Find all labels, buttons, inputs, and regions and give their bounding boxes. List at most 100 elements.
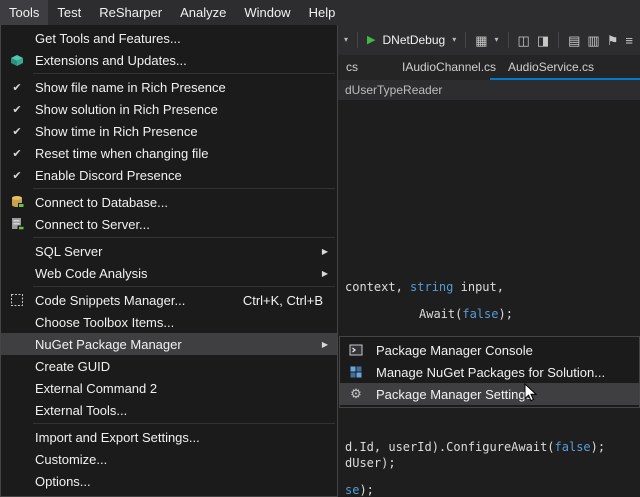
check-icon: ✔: [6, 142, 28, 164]
database-icon: [6, 191, 28, 213]
menu-item-nuget-package-manager[interactable]: NuGet Package Manager ▶: [1, 333, 337, 355]
code-text: dUser);: [345, 456, 396, 470]
menu-item-connect-to-database[interactable]: Connect to Database...: [1, 191, 337, 213]
menu-item-label: Enable Discord Presence: [35, 168, 182, 183]
code-keyword: string: [410, 280, 453, 294]
menu-item-label: Get Tools and Features...: [35, 31, 181, 46]
menu-item-choose-toolbox-items[interactable]: Choose Toolbox Items...: [1, 311, 337, 333]
code-keyword: se: [345, 483, 359, 497]
tab-partial[interactable]: cs: [336, 55, 368, 80]
menu-item-label: Connect to Server...: [35, 217, 150, 232]
code-text: d.Id, userId).ConfigureAwait(: [345, 440, 555, 454]
menu-item-label: Connect to Database...: [35, 195, 168, 210]
menu-item-options[interactable]: Options...: [1, 470, 337, 492]
menu-item-shortcut: Ctrl+K, Ctrl+B: [223, 293, 323, 308]
attach-to-process-icon[interactable]: ▦: [475, 34, 487, 47]
menu-separator: [33, 423, 335, 424]
code-fragment: context, string input,: [345, 280, 504, 294]
tab-iaudiochannel[interactable]: IAudioChannel.cs: [392, 55, 506, 80]
menu-item-external-command-2[interactable]: External Command 2: [1, 377, 337, 399]
nuget-submenu: Package Manager Console Manage NuGet Pac…: [339, 336, 640, 408]
menubar-item-test[interactable]: Test: [48, 0, 90, 25]
code-fragment: dUser);: [345, 456, 396, 470]
menu-item-enable-discord-presence[interactable]: ✔ Enable Discord Presence: [1, 164, 337, 186]
menu-item-create-guid[interactable]: Create GUID: [1, 355, 337, 377]
menu-item-label: Web Code Analysis: [35, 266, 148, 281]
menu-item-import-export-settings[interactable]: Import and Export Settings...: [1, 426, 337, 448]
menu-item-show-time-rich-presence[interactable]: ✔ Show time in Rich Presence: [1, 120, 337, 142]
menu-item-label: External Command 2: [35, 381, 157, 396]
toolbar-overflow-chevron-icon[interactable]: ▾: [344, 36, 348, 44]
menu-item-sql-server[interactable]: SQL Server ▶: [1, 240, 337, 262]
menu-item-label: Options...: [35, 474, 91, 489]
submenu-arrow-icon: ▶: [322, 340, 328, 349]
bookmark-icon[interactable]: ⚑: [607, 34, 619, 47]
menu-item-label: Choose Toolbox Items...: [35, 315, 174, 330]
menu-item-extensions-and-updates[interactable]: Extensions and Updates...: [1, 49, 337, 71]
check-icon: ✔: [6, 98, 28, 120]
code-fragment: d.Id, userId).ConfigureAwait(false);: [345, 440, 605, 454]
menu-separator: [33, 188, 335, 189]
code-text: );: [498, 307, 512, 321]
attach-chevron-icon[interactable]: ▾: [495, 36, 499, 44]
menubar: Tools Test ReSharper Analyze Window Help: [0, 0, 640, 25]
uncomment-icon[interactable]: ▥: [587, 34, 599, 47]
menu-item-label: Customize...: [35, 452, 107, 467]
code-snippets-icon: [6, 289, 28, 311]
code-text: Await(: [419, 307, 462, 321]
menu-item-label: Create GUID: [35, 359, 110, 374]
code-text: );: [591, 440, 605, 454]
split-window-icon[interactable]: ◨: [537, 34, 549, 47]
menu-item-external-tools[interactable]: External Tools...: [1, 399, 337, 421]
code-text: input,: [453, 280, 504, 294]
submenu-item-label: Package Manager Console: [376, 343, 533, 358]
check-icon: ✔: [6, 76, 28, 98]
menubar-item-resharper[interactable]: ReSharper: [90, 0, 171, 25]
server-icon: [6, 213, 28, 235]
menu-item-label: External Tools...: [35, 403, 127, 418]
debug-target-chevron-icon[interactable]: ▾: [452, 36, 456, 44]
menu-item-label: Extensions and Updates...: [35, 53, 187, 68]
start-debug-play-icon[interactable]: ▶: [367, 35, 375, 46]
menu-item-label: Reset time when changing file: [35, 146, 208, 161]
toolbar-separator: [558, 32, 559, 48]
task-list-icon[interactable]: ≡: [625, 34, 633, 47]
menu-item-connect-to-server[interactable]: Connect to Server...: [1, 213, 337, 235]
submenu-item-package-manager-console[interactable]: Package Manager Console: [340, 339, 639, 361]
menu-item-customize[interactable]: Customize...: [1, 448, 337, 470]
extensions-icon: [6, 49, 28, 71]
submenu-item-label: Manage NuGet Packages for Solution...: [376, 365, 605, 380]
menubar-item-analyze[interactable]: Analyze: [171, 0, 235, 25]
tab-audioservice[interactable]: AudioService.cs: [498, 55, 604, 80]
menu-item-get-tools-and-features[interactable]: Get Tools and Features...: [1, 27, 337, 49]
menu-item-reset-time-changing-file[interactable]: ✔ Reset time when changing file: [1, 142, 337, 164]
toolbar-separator: [465, 32, 466, 48]
menu-item-label: Show solution in Rich Presence: [35, 102, 218, 117]
navbar-type-name: dUserTypeReader: [345, 83, 442, 97]
submenu-arrow-icon: ▶: [322, 247, 328, 256]
submenu-arrow-icon: ▶: [322, 269, 328, 278]
submenu-item-package-manager-settings[interactable]: ⚙ Package Manager Settings: [340, 383, 639, 405]
menubar-item-tools[interactable]: Tools: [0, 0, 48, 25]
submenu-item-manage-nuget-packages-solution[interactable]: Manage NuGet Packages for Solution...: [340, 361, 639, 383]
check-icon: ✔: [6, 164, 28, 186]
menu-item-show-file-name-rich-presence[interactable]: ✔ Show file name in Rich Presence: [1, 76, 337, 98]
menu-item-label: SQL Server: [35, 244, 102, 259]
tools-menu: Get Tools and Features... Extensions and…: [0, 25, 338, 497]
new-window-icon[interactable]: ◫: [518, 34, 530, 47]
menu-item-label: NuGet Package Manager: [35, 337, 182, 352]
menu-item-code-snippets-manager[interactable]: Code Snippets Manager... Ctrl+K, Ctrl+B: [1, 289, 337, 311]
debug-target-label[interactable]: DNetDebug: [382, 33, 445, 47]
submenu-item-label: Package Manager Settings: [376, 387, 532, 402]
menubar-item-help[interactable]: Help: [300, 0, 345, 25]
console-icon: [345, 339, 367, 361]
code-text: context,: [345, 280, 410, 294]
toolbar-separator: [508, 32, 509, 48]
menu-item-web-code-analysis[interactable]: Web Code Analysis ▶: [1, 262, 337, 284]
comment-icon[interactable]: ▤: [568, 34, 580, 47]
code-text: );: [359, 483, 373, 497]
menu-item-show-solution-rich-presence[interactable]: ✔ Show solution in Rich Presence: [1, 98, 337, 120]
menu-separator: [33, 237, 335, 238]
menubar-item-window[interactable]: Window: [235, 0, 299, 25]
menu-separator: [33, 73, 335, 74]
